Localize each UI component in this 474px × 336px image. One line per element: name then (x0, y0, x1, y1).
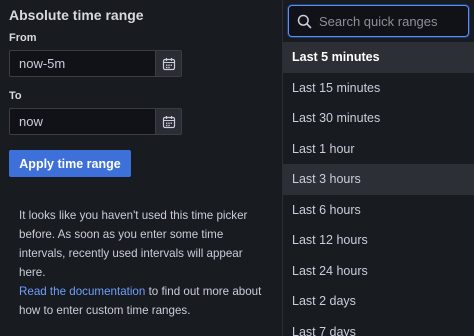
quick-ranges-search[interactable]: Search quick ranges (288, 5, 469, 37)
quick-ranges-panel: Search quick ranges Last 5 minutes Last 1… (283, 0, 474, 336)
quick-range-item[interactable]: Last 6 hours (283, 195, 474, 226)
quick-range-item[interactable]: Last 7 days (283, 317, 474, 336)
absolute-range-title: Absolute time range (9, 7, 144, 23)
from-field-row: now-5m (9, 50, 182, 77)
calendar-icon (162, 57, 175, 70)
search-placeholder: Search quick ranges (319, 13, 438, 29)
from-label: From (9, 32, 37, 44)
quick-range-item[interactable]: Last 12 hours (283, 225, 474, 256)
quick-range-item[interactable]: Last 5 minutes (283, 42, 474, 73)
time-picker: Absolute time range From now-5m To now A… (0, 0, 474, 336)
to-input[interactable]: now (9, 108, 155, 135)
search-icon (297, 14, 312, 28)
help-text-intro: It looks like you haven't used this time… (19, 209, 248, 279)
quick-ranges-list: Last 5 minutes Last 15 minutes Last 30 min… (283, 42, 474, 336)
apply-time-range-button[interactable]: Apply time range (9, 150, 131, 177)
to-label: To (9, 90, 22, 102)
help-text: It looks like you haven't used this time… (19, 206, 264, 320)
from-calendar-button[interactable] (155, 50, 182, 77)
absolute-range-panel: Absolute time range From now-5m To now A… (0, 0, 282, 336)
quick-range-item[interactable]: Last 24 hours (283, 256, 474, 287)
quick-range-item[interactable]: Last 30 minutes (283, 103, 474, 134)
quick-range-item[interactable]: Last 3 hours (283, 164, 474, 195)
to-calendar-button[interactable] (155, 108, 182, 135)
quick-range-item[interactable]: Last 2 days (283, 286, 474, 317)
quick-range-item[interactable]: Last 15 minutes (283, 73, 474, 104)
calendar-icon (162, 115, 175, 128)
documentation-link[interactable]: Read the documentation (19, 285, 145, 298)
from-input[interactable]: now-5m (9, 50, 155, 77)
to-field-row: now (9, 108, 182, 135)
quick-range-item[interactable]: Last 1 hour (283, 134, 474, 165)
